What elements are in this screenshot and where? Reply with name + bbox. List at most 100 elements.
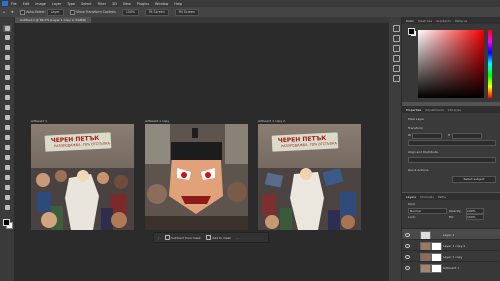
layer-name: Artboard 1 [443,265,459,270]
brush-tool[interactable] [3,114,11,121]
artboard-label[interactable]: Artboard 1 copy 2 [258,119,285,123]
visibility-eye-icon[interactable] [405,266,410,270]
lasso-icon [4,55,10,60]
tab-adjustments[interactable]: Adjustments [425,108,444,112]
crowd-illustration [258,168,361,230]
gradient-tool[interactable] [3,154,11,161]
info-icon[interactable] [393,55,400,62]
dodge-tool[interactable] [3,174,11,181]
brushes-icon[interactable] [393,45,400,52]
type-tool[interactable] [3,194,11,201]
artboard-2[interactable] [145,124,248,230]
color-chip[interactable] [408,28,416,36]
artboard-label[interactable]: Artboard 1 [31,119,47,123]
fill-screen-button[interactable]: Fill Screen [174,8,199,16]
eraser-tool[interactable] [3,144,11,151]
select-subject-button[interactable]: Select subject [452,176,496,183]
tab-swatches[interactable]: Swatches [418,19,432,23]
eraser-icon [4,145,10,150]
healing-tool[interactable] [3,104,11,111]
tab-patterns[interactable]: Patterns [455,19,467,23]
foreground-color[interactable] [3,219,10,226]
artboard-3[interactable]: ЧЕРЕН ПЕТЪК РАЗПРОДАЖБА -70% ОТСТЪПКА [258,124,361,230]
tab-layers[interactable]: Layers [406,195,416,199]
layer-name: Layer 1 copy 2 [443,243,466,248]
tab-gradients[interactable]: Gradients [436,19,451,23]
auto-select-checkbox[interactable] [19,9,25,15]
tab-channels[interactable]: Channels [420,195,434,199]
auto-select-dropdown[interactable]: Layer [46,8,64,16]
character-icon[interactable] [393,65,400,72]
object-select-tool[interactable] [3,64,11,71]
kind-filter-label[interactable]: Kind [408,202,415,206]
transform-controls-option[interactable]: Show Transform Controls [69,9,116,15]
marquee-tool[interactable] [3,44,11,51]
visibility-eye-icon[interactable] [405,244,410,248]
menu-help[interactable]: Help [174,2,182,6]
add-mask-button[interactable]: Add to mask [205,235,231,240]
tab-libraries[interactable]: Libraries [448,108,461,112]
artboard-label[interactable]: Artboard 1 copy [145,119,169,123]
menu-window[interactable]: Window [155,2,168,6]
layer-row[interactable]: Artboard 1 [402,261,500,273]
history-brush-tool[interactable] [3,134,11,141]
menu-edit[interactable]: Edit [23,2,30,6]
drag-handle-icon[interactable]: ⋮ [157,236,160,240]
move-tool-icon[interactable]: ✥ [11,10,14,14]
visibility-eye-icon[interactable] [405,233,410,237]
crop-tool[interactable] [3,74,11,81]
lasso-tool[interactable] [3,54,11,61]
menu-file[interactable]: File [11,2,17,6]
home-icon[interactable]: ⌂ [3,10,5,14]
menu-3d[interactable]: 3D [112,2,117,6]
eyedropper-icon [4,95,10,100]
hue-slider[interactable] [488,30,492,98]
frame-tool[interactable] [3,84,11,91]
menu-image[interactable]: Image [35,2,46,6]
hand-tool[interactable] [3,204,11,211]
mask-subtract-icon [164,235,170,240]
tab-paths[interactable]: Paths [438,195,446,199]
menu-view[interactable]: View [123,2,131,6]
artboard-1[interactable]: ЧЕРЕН ПЕТЪК РАЗПРОДАЖБА -70% ОТСТЪПКА [31,124,134,230]
menu-bar: File Edit Image Layer Type Select Filter… [0,0,500,7]
width-label: W [408,133,411,137]
mask-add-icon [205,235,211,240]
fill-field[interactable]: 100% [466,214,484,220]
foreground-chip[interactable] [408,28,415,35]
fit-screen-button[interactable]: Fit Screen [144,8,169,16]
color-swatches[interactable] [3,219,13,229]
height-field[interactable] [452,132,482,139]
more-options-icon[interactable]: ⋯ [236,236,239,240]
menu-select[interactable]: Select [81,2,91,6]
paragraph-icon[interactable] [393,75,400,82]
frame-icon [4,85,10,90]
move-tool[interactable] [3,25,11,32]
menu-plugins[interactable]: Plugins [137,2,149,6]
eyedropper-tool[interactable] [3,94,11,101]
actions-icon[interactable] [393,35,400,42]
subtract-mask-button[interactable]: Subtract from mask [164,235,201,240]
pen-tool[interactable] [3,184,11,191]
stamp-tool[interactable] [3,124,11,131]
visibility-eye-icon[interactable] [405,255,410,259]
menu-layer[interactable]: Layer [52,2,61,6]
color-field[interactable] [418,30,484,98]
artboard-tool[interactable] [3,34,11,41]
align-buttons[interactable] [408,157,496,163]
zoom-button[interactable]: 100% [121,8,139,16]
menu-type[interactable]: Type [67,2,75,6]
width-field[interactable] [412,132,442,139]
blend-mode-dropdown[interactable]: Normal [408,208,447,214]
position-field[interactable] [408,140,496,146]
transform-controls-checkbox[interactable] [69,9,75,15]
artboard-icon [4,35,10,40]
layers-tabs: Layers Channels Paths [402,193,500,200]
history-icon[interactable] [393,25,400,32]
tab-color[interactable]: Color [406,19,414,23]
blur-tool[interactable] [3,164,11,171]
auto-select-option[interactable]: Auto-Select: Layer [19,8,64,16]
menu-filter[interactable]: Filter [98,2,106,6]
tab-properties[interactable]: Properties [406,108,421,112]
panel-icon-strip [390,17,402,281]
